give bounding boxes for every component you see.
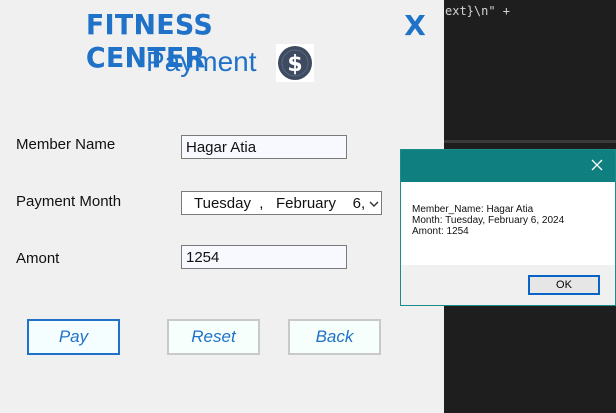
- svg-text:$: $: [287, 52, 302, 77]
- payment-month-datepicker[interactable]: Tuesday , February 6,: [181, 191, 382, 215]
- reset-button[interactable]: Reset: [167, 319, 260, 355]
- payment-month-value: Tuesday , February 6,: [194, 194, 367, 212]
- ok-button[interactable]: OK: [528, 275, 600, 295]
- page-title: Payment: [146, 46, 257, 77]
- chevron-down-icon[interactable]: [367, 195, 381, 212]
- editor-divider: [444, 140, 616, 143]
- app-title: Fitness Center: [86, 8, 214, 74]
- dialog-titlebar: [401, 150, 615, 182]
- dollar-coin-icon: $: [276, 44, 314, 82]
- dialog-footer: OK: [401, 265, 615, 305]
- amount-label: Amont: [16, 250, 60, 267]
- dialog-line-amount: Amont: 1254: [412, 226, 469, 237]
- dialog-line-member: Member_Name: Hagar Atia: [412, 204, 534, 215]
- payment-form: Fitness Center X Payment $ Member Name H…: [0, 0, 444, 413]
- dialog-close-icon[interactable]: [587, 155, 607, 175]
- amount-field[interactable]: 1254: [181, 245, 347, 269]
- member-name-label: Member Name: [16, 136, 116, 153]
- back-button[interactable]: Back: [288, 319, 381, 355]
- dialog-line-month: Month: Tuesday, February 6, 2024: [412, 215, 565, 226]
- close-button[interactable]: X: [402, 8, 428, 44]
- member-name-field[interactable]: Hagar Atia: [181, 135, 347, 159]
- payment-month-label: Payment Month: [16, 193, 122, 210]
- code-snippet: ext}\n" +: [445, 4, 511, 18]
- message-dialog: Member_Name: Hagar Atia Month: Tuesday, …: [400, 149, 616, 306]
- pay-button[interactable]: Pay: [27, 319, 120, 355]
- dialog-message: Member_Name: Hagar Atia Month: Tuesday, …: [401, 182, 615, 265]
